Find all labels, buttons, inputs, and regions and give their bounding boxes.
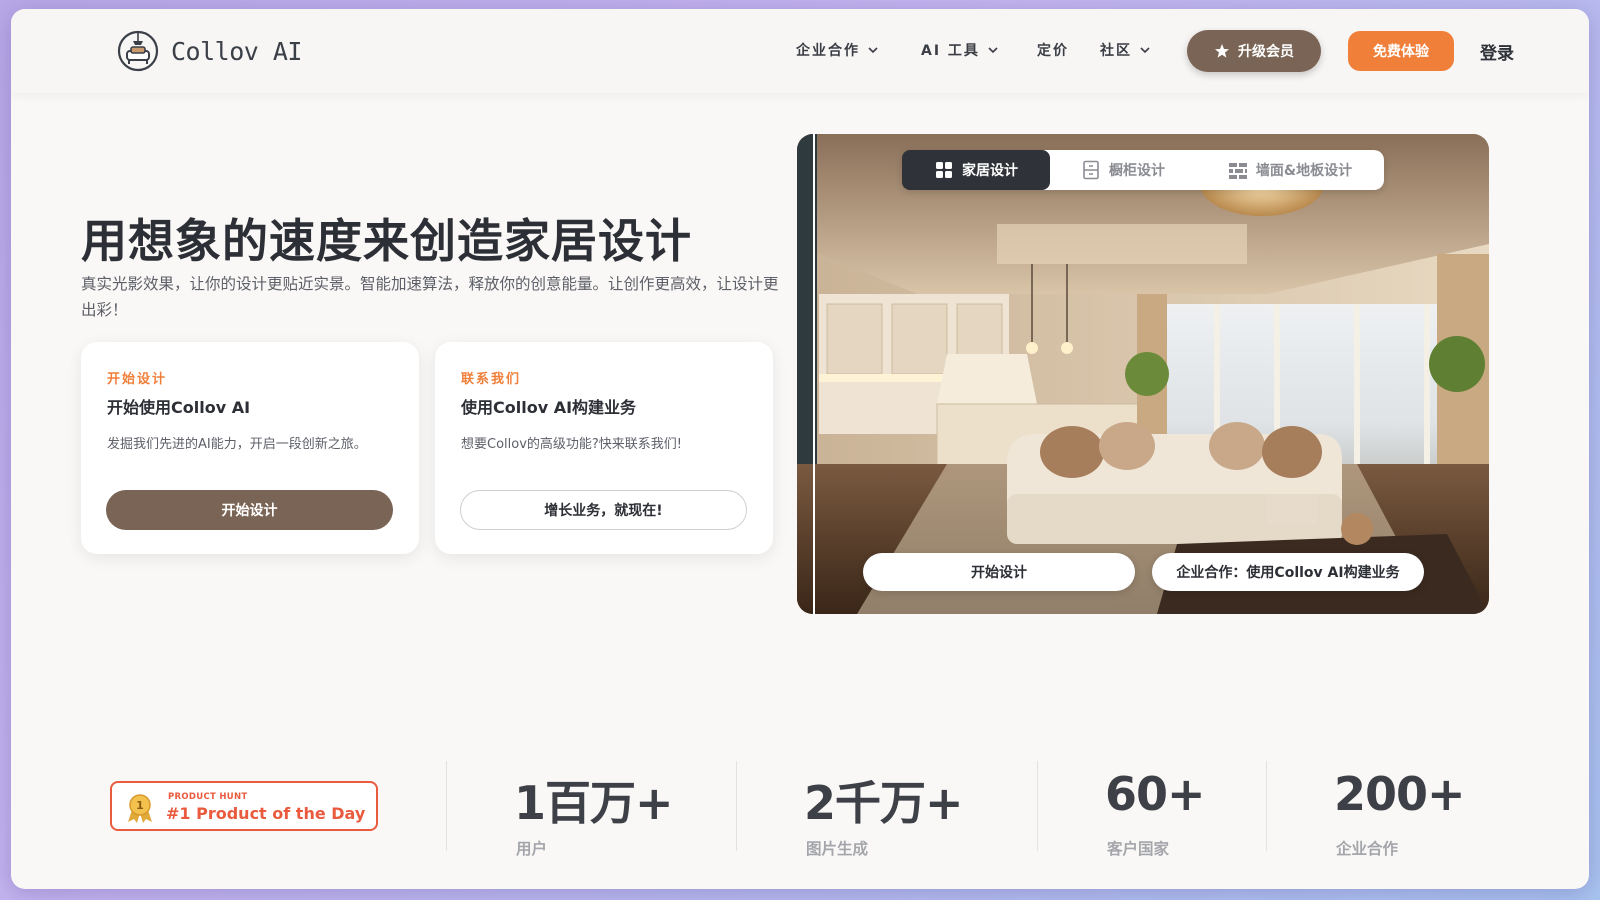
grid-icon (936, 162, 952, 178)
stat-images-value: 2千万+ (804, 776, 964, 830)
nav-enterprise-label: 企业合作 (796, 43, 860, 59)
card-kicker: 联系我们 (461, 372, 522, 387)
grow-business-button[interactable]: 增长业务，就现在! (460, 490, 747, 530)
browser-frame: Collov AI 企业合作 AI 工具 定价 社区 升级会员 免费体验 登录 … (11, 9, 1589, 889)
nav-community[interactable]: 社区 (1100, 40, 1150, 60)
upgrade-button[interactable]: 升级会员 (1187, 30, 1321, 72)
tab-wall-floor-design[interactable]: 墙面&地板设计 (1196, 150, 1384, 190)
showcase-enterprise-button[interactable]: 企业合作：使用Collov AI构建业务 (1152, 553, 1424, 591)
site-header: Collov AI 企业合作 AI 工具 定价 社区 升级会员 免费体验 登录 (11, 9, 1589, 93)
stat-countries-value: 60+ (1105, 767, 1206, 821)
card-title: 使用Collov AI构建业务 (461, 398, 637, 417)
tab-home-design-label: 家居设计 (962, 163, 1018, 179)
stat-images-label: 图片生成 (806, 840, 869, 858)
chevron-down-icon (1140, 47, 1150, 54)
product-hunt-label: PRODUCT HUNT (168, 792, 248, 802)
design-showcase: 家居设计 橱柜设计 墙面&地板设计 开始设计 企业合作：使用Collov AI构… (797, 134, 1489, 614)
nav-pricing-label: 定价 (1037, 43, 1069, 59)
login-link[interactable]: 登录 (1480, 39, 1514, 64)
logo[interactable]: Collov AI (115, 29, 302, 73)
nav-community-label: 社区 (1100, 43, 1132, 59)
stat-users-label: 用户 (516, 840, 548, 858)
tab-home-design[interactable]: 家居设计 (902, 150, 1050, 190)
showcase-start-design-button[interactable]: 开始设计 (863, 553, 1135, 591)
nav-enterprise[interactable]: 企业合作 (796, 40, 878, 60)
tab-cabinet-design-label: 橱柜设计 (1109, 163, 1165, 179)
chevron-down-icon (988, 47, 998, 54)
stat-enterprise-label: 企业合作 (1336, 840, 1399, 858)
card-description: 想要Collov的高级功能?快来联系我们! (461, 437, 683, 452)
living-room-render-image (797, 134, 1489, 614)
stat-countries-label: 客户国家 (1107, 840, 1170, 858)
card-description: 发掘我们先进的AI能力，开启一段创新之旅。 (107, 437, 367, 452)
upgrade-button-label: 升级会员 (1238, 44, 1294, 60)
logo-text: Collov AI (171, 36, 302, 66)
product-hunt-badge[interactable]: 1 PRODUCT HUNT #1 Product of the Day (110, 781, 378, 831)
tab-cabinet-design[interactable]: 橱柜设计 (1050, 150, 1196, 190)
cabinet-icon (1083, 160, 1099, 180)
chevron-down-icon (868, 47, 878, 54)
nav-ai-tools-label: AI 工具 (921, 43, 980, 59)
free-trial-button[interactable]: 免费体验 (1348, 31, 1454, 71)
tiles-icon (1228, 163, 1247, 179)
star-icon (1215, 44, 1229, 58)
card-kicker: 开始设计 (107, 372, 168, 387)
start-design-button[interactable]: 开始设计 (106, 490, 393, 530)
nav-pricing[interactable]: 定价 (1037, 40, 1069, 60)
tab-wall-floor-design-label: 墙面&地板设计 (1255, 163, 1353, 179)
contact-us-card: 联系我们 使用Collov AI构建业务 想要Collov的高级功能?快来联系我… (435, 342, 773, 554)
product-of-the-day-label: #1 Product of the Day (166, 804, 366, 823)
hero-title: 用想象的速度来创造家居设计 (81, 214, 692, 268)
medal-icon: 1 (128, 794, 152, 823)
stat-divider (736, 761, 737, 851)
stat-users-value: 1百万+ (514, 776, 674, 830)
design-type-tabs: 家居设计 橱柜设计 墙面&地板设计 (902, 150, 1384, 190)
stat-divider (1266, 761, 1267, 851)
start-design-card: 开始设计 开始使用Collov AI 发掘我们先进的AI能力，开启一段创新之旅。… (81, 342, 419, 554)
card-title: 开始使用Collov AI (107, 398, 251, 417)
nav-ai-tools[interactable]: AI 工具 (921, 40, 998, 60)
medal-number: 1 (136, 799, 144, 812)
hero-subtitle: 真实光影效果，让你的设计更贴近实景。智能加速算法，释放你的创意能量。让创作更高效… (81, 275, 779, 319)
stat-divider (446, 761, 447, 851)
stat-divider (1037, 761, 1038, 851)
stat-enterprise-value: 200+ (1334, 767, 1466, 821)
logo-icon (117, 30, 159, 72)
